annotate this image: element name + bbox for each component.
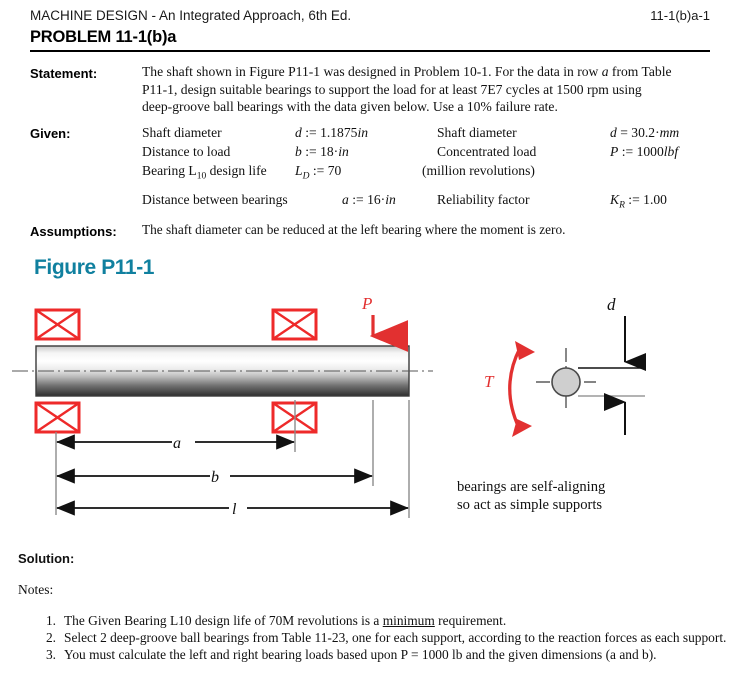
given-value: b := 18·in (295, 142, 349, 161)
given-symbol: a (342, 192, 349, 207)
given-value: d := 1.1875in (295, 123, 368, 142)
note-number: 2. (45, 630, 56, 645)
document-page: MACHINE DESIGN - An Integrated Approach,… (0, 0, 737, 695)
notes-list: 1. The Given Bearing L10 design life of … (38, 613, 728, 664)
given-unit: in (385, 192, 396, 207)
note-text-post: requirement. (434, 613, 507, 628)
given-number: 1000 (636, 144, 664, 159)
note-text: The Given Bearing L10 design life of 70M… (64, 613, 506, 628)
load-label-P: P (361, 294, 372, 313)
title-divider (30, 50, 710, 52)
notes-label: Notes: (18, 582, 54, 597)
given-symbol: b (295, 144, 302, 159)
statement-line-1a: The shaft shown in Figure P11-1 was desi… (142, 64, 602, 79)
statement-row-var: a (601, 64, 609, 79)
given-unit: mm (659, 125, 680, 140)
given-desc-part: design life (206, 163, 267, 178)
statement-line-1b: from Table (608, 64, 672, 79)
torque-arrow-T (508, 341, 535, 437)
given-number: 1.1875 (320, 125, 358, 140)
diameter-label-d: d (607, 295, 616, 314)
given-value: a := 16·in (342, 190, 396, 209)
given-desc-part: Bearing L (142, 163, 197, 178)
bearing-symbol-upper-left (34, 308, 81, 341)
statement-text: The shaft shown in Figure P11-1 was desi… (142, 63, 718, 116)
statement-label: Statement: (30, 66, 98, 81)
given-desc: Reliability factor (437, 192, 530, 207)
note-number: 1. (45, 613, 56, 628)
problem-title: PROBLEM 11-1(b)a (30, 28, 177, 46)
given-symbol: P (610, 144, 619, 159)
given-desc: Distance to load (142, 144, 231, 159)
figure-caption-line-1: bearings are self-aligning (457, 479, 606, 495)
given-symbol-subscript: R (619, 200, 625, 211)
note-number: 3. (45, 647, 56, 662)
torque-label-T: T (484, 372, 495, 391)
given-unit: lbf (663, 144, 679, 159)
given-number: 1.00 (643, 192, 667, 207)
given-unit: in (357, 125, 369, 140)
given-row: Distance between bearings a := 16·in Rel… (142, 190, 718, 211)
dimension-label-b: b (211, 469, 219, 486)
assumptions-label: Assumptions: (30, 224, 117, 239)
page-header: MACHINE DESIGN - An Integrated Approach,… (30, 8, 710, 23)
note-text: Select 2 deep-groove ball bearings from … (64, 630, 727, 645)
given-symbol: K (610, 192, 620, 207)
given-value: P := 1000lbf (610, 142, 678, 161)
statement-line-1: The shaft shown in Figure P11-1 was desi… (142, 63, 718, 81)
given-row: Distance to load b := 18·in Concentrated… (142, 142, 718, 161)
given-number: 70 (327, 163, 342, 178)
given-value: d = 30.2·mm (610, 125, 680, 140)
note-item: 2. Select 2 deep-groove ball bearings fr… (38, 630, 728, 647)
given-desc: Concentrated load (437, 144, 537, 159)
given-operator: := (305, 144, 317, 159)
figure-p11-1-diagram: P a b l T d (12, 294, 646, 518)
dimension-label-l: l (232, 501, 237, 518)
given-operator: := (312, 163, 325, 178)
given-operator: := (352, 192, 364, 207)
given-value: KR := 1.00 (610, 190, 667, 216)
given-label: Given: (30, 126, 71, 141)
given-row: Bearing L10 design life LD := 70 (millio… (142, 161, 718, 182)
given-number: 30.2 (631, 125, 656, 140)
given-symbol: d (610, 125, 617, 140)
bearing-symbol-upper-right (271, 308, 318, 341)
given-number: 16· (367, 192, 386, 207)
statement-line-3: deep-groove ball bearings with the data … (142, 99, 558, 114)
note-item: 3. You must calculate the left and right… (38, 647, 728, 664)
solution-label: Solution: (18, 551, 75, 566)
dimension-label-a: a (173, 435, 181, 452)
book-title: MACHINE DESIGN - An Integrated Approach,… (30, 8, 352, 23)
given-units-note: (million revolutions) (422, 163, 535, 178)
given-desc: Shaft diameter (437, 125, 517, 140)
given-row: Shaft diameter d := 1.1875in Shaft diame… (142, 123, 718, 142)
given-operator: := (628, 192, 640, 207)
given-spacer (142, 180, 718, 190)
shaft-cross-section (536, 348, 596, 408)
note-text: You must calculate the left and right be… (64, 647, 657, 662)
given-number: 18· (320, 144, 339, 159)
torque-arrowhead-top (515, 341, 535, 360)
given-symbol: d (295, 125, 302, 140)
bearing-symbol-lower-left (34, 401, 81, 434)
given-block: Shaft diameter d := 1.1875in Shaft diame… (142, 123, 718, 211)
given-desc: Distance between bearings (142, 192, 288, 207)
assumptions-text: The shaft diameter can be reduced at the… (142, 222, 566, 237)
given-operator: := (305, 125, 317, 140)
given-unit: in (338, 144, 349, 159)
note-item: 1. The Given Bearing L10 design life of … (38, 613, 728, 630)
figure-caption: bearings are self-aligning so act as sim… (457, 478, 605, 514)
given-operator: := (621, 144, 634, 159)
figure-title: Figure P11-1 (34, 256, 155, 279)
note-text-pre: The Given Bearing L10 design life of 70M… (64, 613, 383, 628)
given-operator: = (620, 125, 628, 140)
given-desc: Shaft diameter (142, 125, 222, 140)
figure-caption-line-2: so act as simple supports (457, 497, 603, 513)
statement-line-2: P11-1, design suitable bearings to suppo… (142, 81, 642, 97)
page-reference: 11-1(b)a-1 (650, 8, 710, 23)
note-text-emphasis: minimum (382, 613, 435, 628)
given-symbol: L (295, 163, 303, 178)
